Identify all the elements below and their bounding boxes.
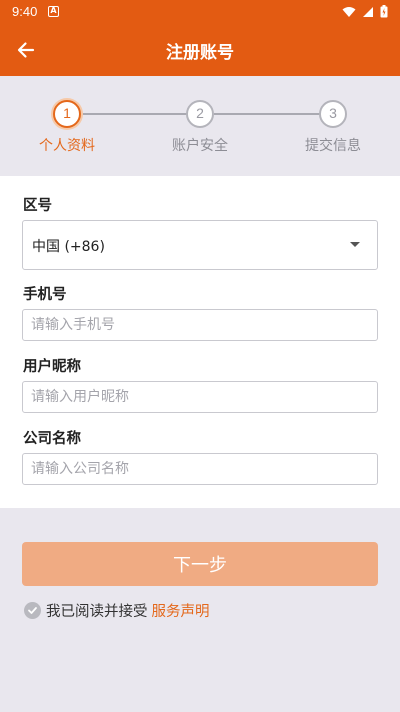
step-account-security: 2 账户安全 (150, 100, 250, 155)
company-input[interactable] (22, 453, 378, 485)
step-personal-info: 1 个人资料 (17, 100, 117, 155)
step-label: 提交信息 (305, 138, 361, 154)
battery-icon (380, 5, 388, 18)
region-select[interactable]: 中国 (+86) (22, 220, 378, 270)
agreement-text: 我已阅读并接受 (46, 603, 148, 620)
agreement-checkbox-icon[interactable] (24, 601, 41, 619)
registration-form: 区号 中国 (+86) 手机号 用户昵称 公司名称 (0, 176, 400, 508)
nickname-label: 用户昵称 (23, 359, 81, 375)
status-bar: 9:40 A (0, 0, 400, 24)
next-step-button[interactable]: 下一步 (22, 542, 378, 586)
agreement-row: 我已阅读并接受 服务声明 (24, 599, 210, 621)
caret-down-icon (350, 242, 360, 247)
phone-input[interactable] (22, 309, 378, 341)
page-title: 注册账号 (166, 43, 234, 63)
region-label: 区号 (23, 198, 52, 214)
terms-of-service-link[interactable]: 服务声明 (152, 600, 210, 621)
step-label: 个人资料 (39, 138, 95, 154)
step-number: 2 (186, 100, 214, 128)
notification-a-icon: A (48, 6, 59, 17)
step-submit-info: 3 提交信息 (283, 100, 383, 155)
app-bar: 注册账号 (0, 24, 400, 76)
status-icons (342, 5, 388, 18)
step-label: 账户安全 (172, 138, 228, 154)
registration-stepper: 1 个人资料 2 账户安全 3 提交信息 (0, 76, 400, 176)
nickname-input[interactable] (22, 381, 378, 413)
company-label: 公司名称 (23, 431, 81, 447)
step-number: 1 (53, 100, 81, 128)
status-time: 9:40 (12, 4, 38, 19)
phone-label: 手机号 (23, 287, 67, 303)
step-number: 3 (319, 100, 347, 128)
region-select-value: 中国 (+86) (32, 239, 105, 255)
check-icon (28, 606, 37, 614)
signal-icon (363, 6, 373, 17)
wifi-icon (342, 6, 356, 17)
